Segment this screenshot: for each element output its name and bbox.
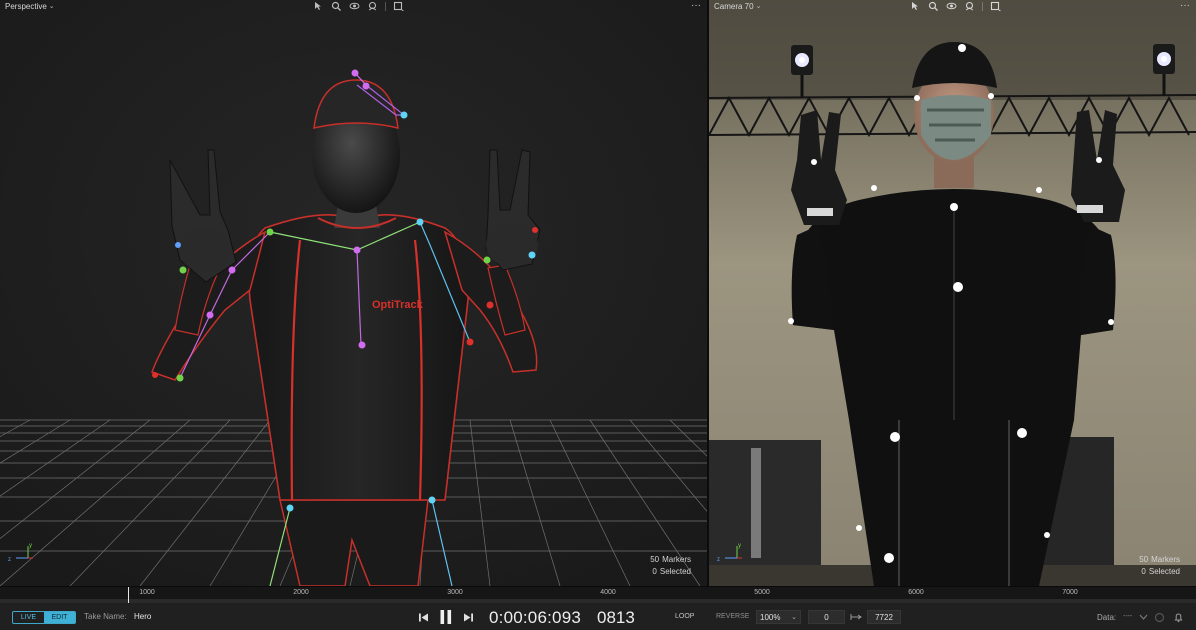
notification-bell-icon[interactable] xyxy=(1173,612,1184,623)
perspective-scene: OptiTrack xyxy=(0,0,707,586)
chevron-down-icon[interactable]: ⌄ xyxy=(49,2,55,10)
suit-logo: OptiTrack xyxy=(372,299,424,311)
timeline-tick: 6000 xyxy=(908,589,924,596)
timeline-playhead[interactable] xyxy=(128,587,129,604)
markers-label: Markers xyxy=(1151,555,1180,564)
live-edit-toggle[interactable]: LIVE EDIT xyxy=(12,611,76,624)
axis-gizmo-icon: z y xyxy=(8,543,33,563)
svg-text:z: z xyxy=(717,557,720,563)
perspective-viewport[interactable]: OptiTrack Perspective ⌄ ··· z y 50 Marke… xyxy=(0,0,707,586)
timecode-display: 0:00:06:093 xyxy=(489,608,582,627)
viewport-title[interactable]: Camera 70 xyxy=(714,2,754,11)
chevron-down-icon: ⌄ xyxy=(791,614,797,621)
selected-label: Selected xyxy=(1148,567,1180,576)
svg-text:z: z xyxy=(8,557,11,563)
take-name-value[interactable]: Hero xyxy=(134,612,151,621)
skip-back-icon[interactable] xyxy=(418,612,429,623)
range-start-input[interactable]: 0 xyxy=(808,610,845,624)
camera-video-frame xyxy=(709,0,1196,586)
playback-toolbar: LIVE EDIT Take Name: Hero 0:00:06:093 08… xyxy=(0,603,1196,630)
skip-forward-icon[interactable] xyxy=(463,612,474,623)
svg-text:y: y xyxy=(738,543,741,549)
timeline-tick: 5000 xyxy=(754,589,770,596)
axis-gizmo-icon: z y xyxy=(717,543,742,563)
selected-count: 0 xyxy=(652,567,657,576)
take-name-label: Take Name: xyxy=(84,612,127,621)
timeline-tick: 1000 xyxy=(139,589,155,596)
timeline-tick: 7000 xyxy=(1062,589,1078,596)
timeline-scrubber[interactable]: 1000 2000 3000 4000 5000 6000 7000 xyxy=(0,586,1196,604)
perspective-header: Perspective ⌄ xyxy=(0,0,707,12)
viewport-title[interactable]: Perspective xyxy=(5,2,47,11)
transport-controls xyxy=(418,609,474,625)
edit-mode-button[interactable]: EDIT xyxy=(44,612,75,623)
chevron-down-icon[interactable]: ⌄ xyxy=(756,2,762,10)
reverse-button[interactable]: REVERSE xyxy=(716,613,749,620)
camera-header: Camera 70 ⌄ xyxy=(709,0,1196,12)
svg-text:y: y xyxy=(29,543,32,549)
selected-count: 0 xyxy=(1141,567,1146,576)
selected-label: Selected xyxy=(659,567,691,576)
timeline-tick: 2000 xyxy=(293,589,309,596)
markers-count: 50 xyxy=(1139,555,1149,564)
range-end-value: 7722 xyxy=(875,612,893,622)
playback-speed-select[interactable]: 100% ⌄ xyxy=(756,610,801,624)
data-label: Data: xyxy=(1097,613,1117,622)
timeline-tick: 4000 xyxy=(600,589,616,596)
range-end-input[interactable]: 7722 xyxy=(867,610,901,624)
loop-button[interactable]: LOOP xyxy=(675,613,694,620)
camera-viewport[interactable]: Camera 70 ⌄ ··· z y 50 Markers 0 Selected xyxy=(709,0,1196,586)
live-mode-button[interactable]: LIVE xyxy=(13,612,44,623)
data-value: ---- xyxy=(1123,613,1133,620)
record-status-icon[interactable] xyxy=(1154,612,1165,623)
marker-stats: 50 Markers 0 Selected xyxy=(1139,554,1180,578)
playback-speed-value: 100% xyxy=(760,612,781,622)
timeline-tick: 3000 xyxy=(447,589,463,596)
markers-count: 50 xyxy=(650,555,660,564)
range-arrow-icon xyxy=(850,614,862,620)
range-start-value: 0 xyxy=(824,612,829,622)
frame-number-display[interactable]: 0813 xyxy=(597,608,635,628)
marker-stats: 50 Markers 0 Selected xyxy=(650,554,691,578)
markers-label: Markers xyxy=(662,555,691,564)
data-dropdown-icon[interactable] xyxy=(1138,612,1149,622)
pause-icon[interactable] xyxy=(439,609,453,625)
